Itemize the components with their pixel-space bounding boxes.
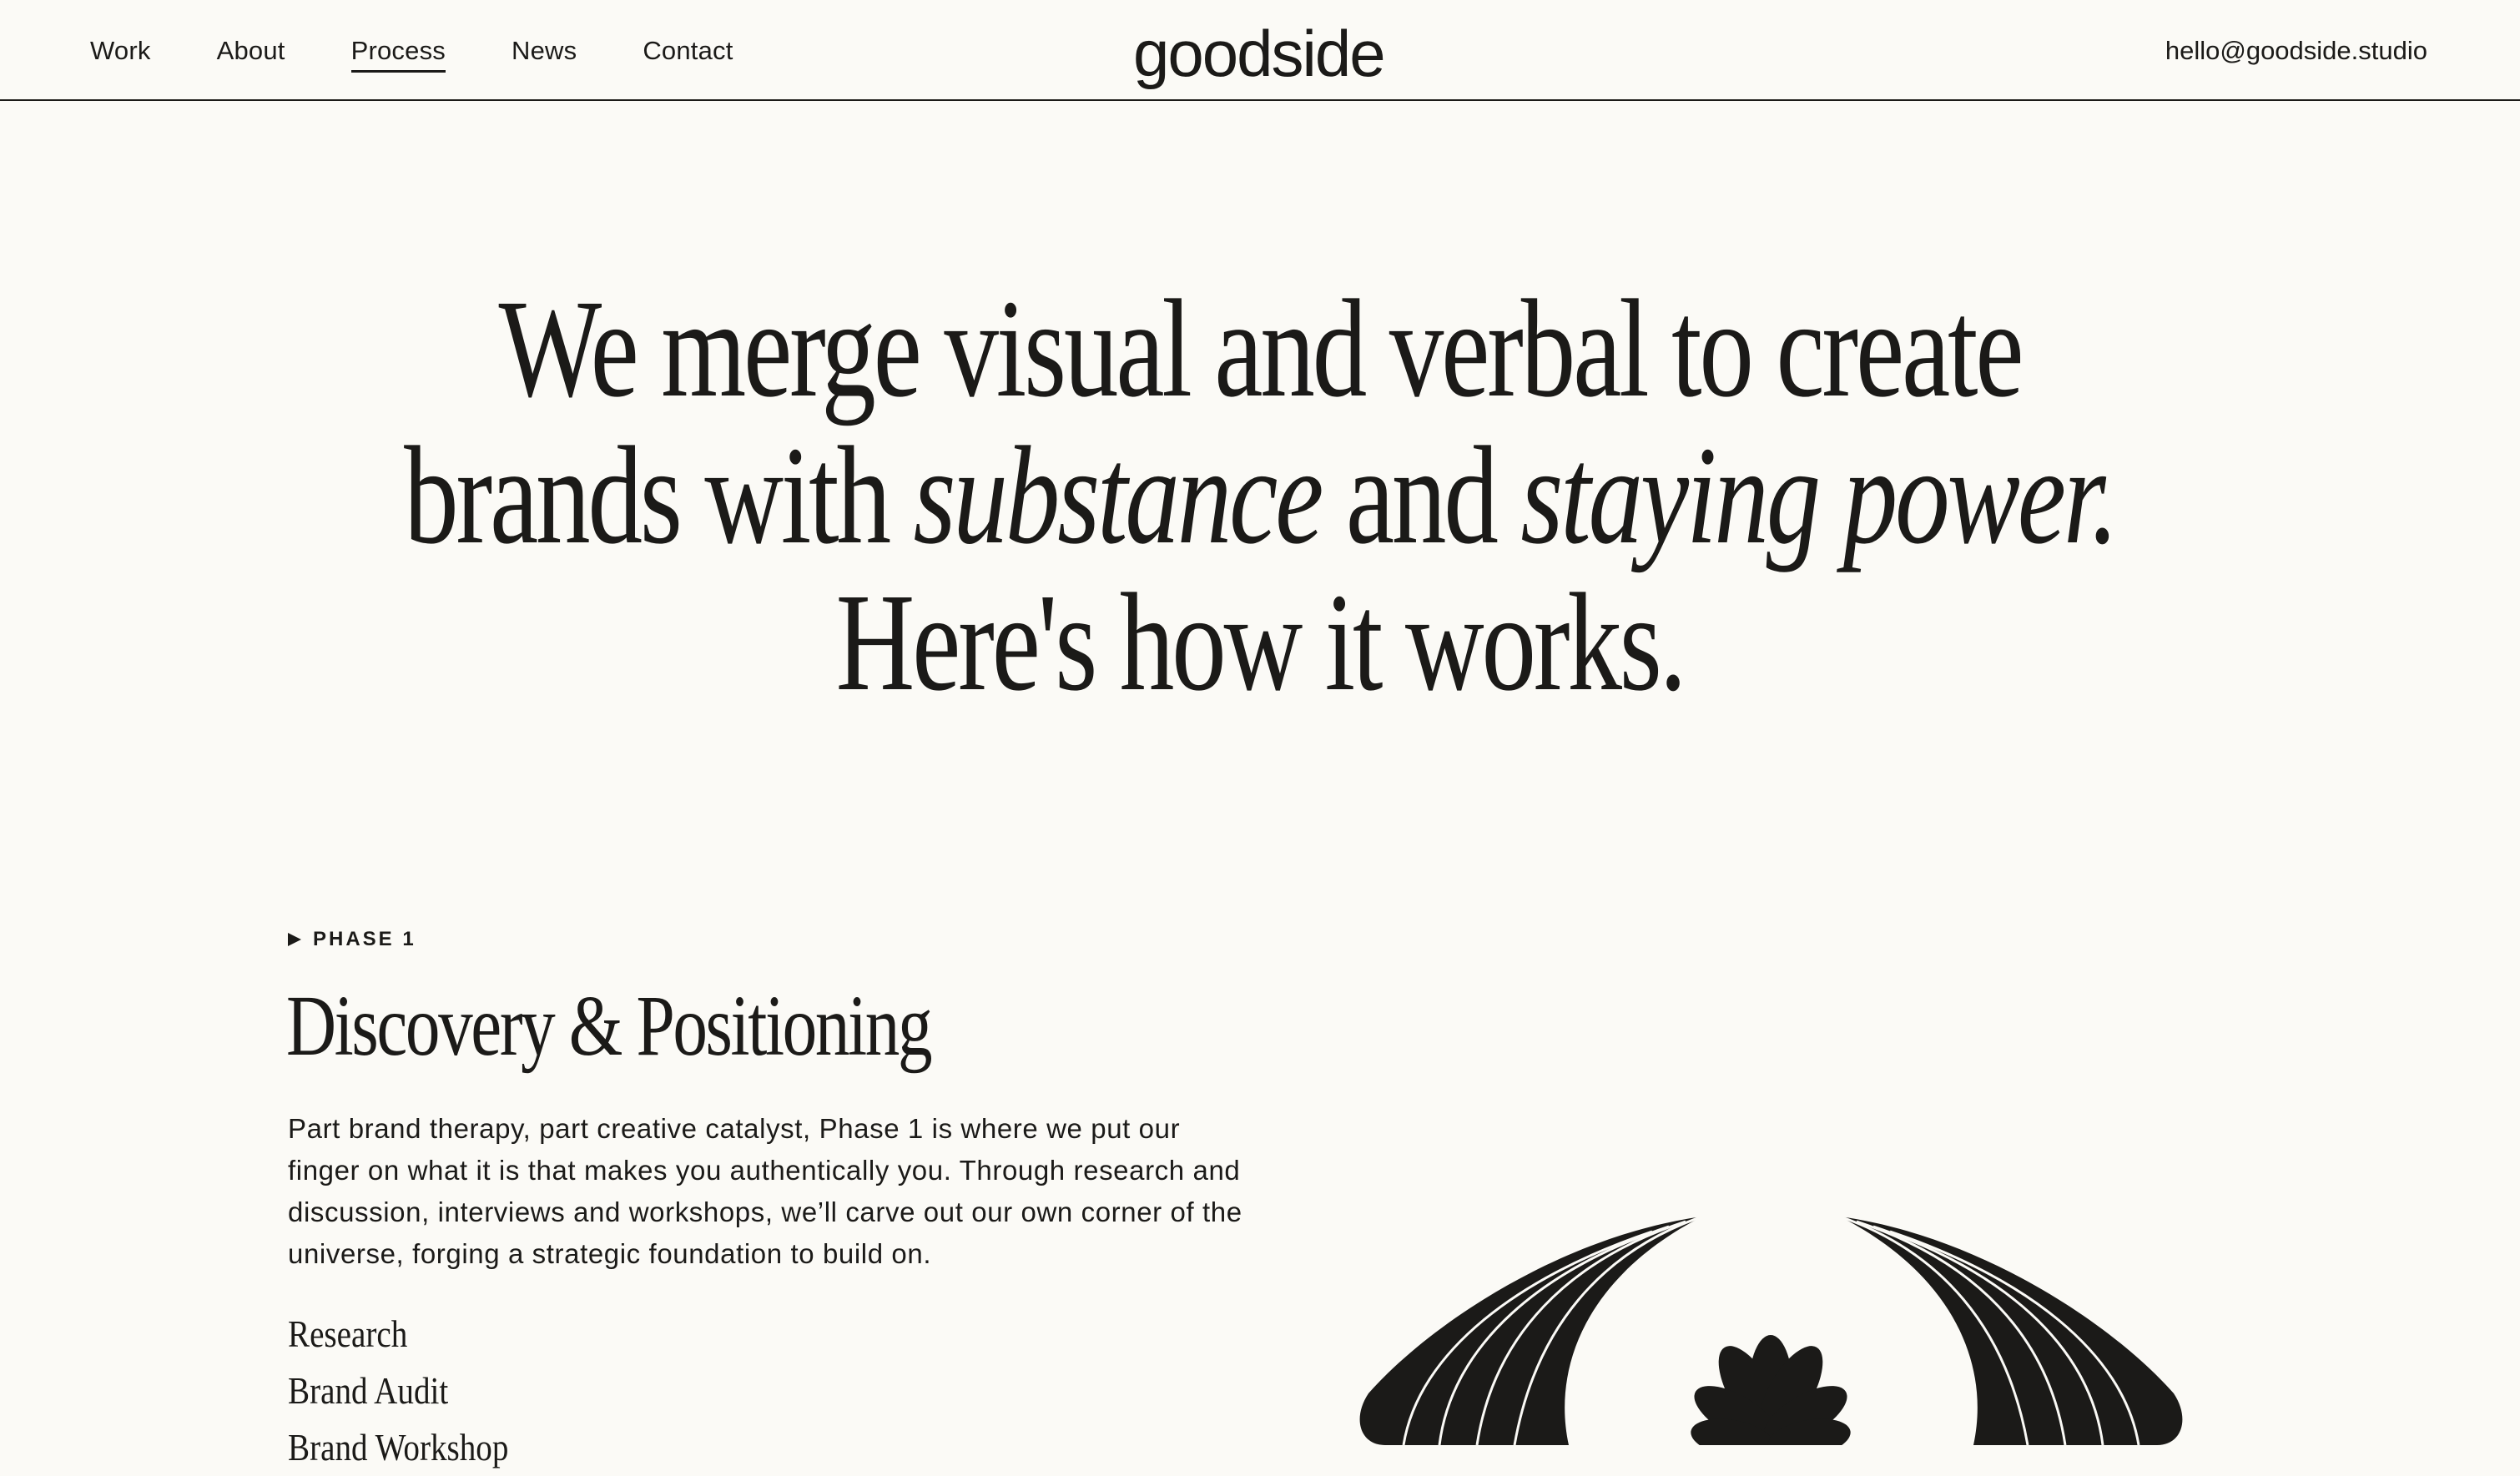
hero-emphasis-staying-power: staying power. xyxy=(1520,418,2119,573)
services-list: Research Brand Audit Brand Workshop xyxy=(288,1306,508,1476)
contact-email-link[interactable]: hello@goodside.studio xyxy=(2165,0,2427,101)
service-item: Brand Audit xyxy=(288,1369,449,1412)
hero-line-2: brands with substance and staying power. xyxy=(277,422,2243,569)
main-nav: Work About Process News Contact xyxy=(90,0,799,101)
nav-process[interactable]: Process xyxy=(350,34,446,73)
phase-description: Part brand therapy, part creative cataly… xyxy=(288,1113,1242,1269)
service-item: Brand Workshop xyxy=(288,1426,509,1468)
hero-headline: We merge visual and verbal to create bra… xyxy=(277,275,2243,716)
nav-work[interactable]: Work xyxy=(90,34,151,68)
hero-emphasis-substance: substance xyxy=(913,418,1324,573)
phase-label-text: PHASE 1 xyxy=(313,928,416,950)
service-item: Research xyxy=(288,1312,408,1355)
shell-flower-illustration xyxy=(1359,1215,2183,1445)
nav-contact[interactable]: Contact xyxy=(643,34,733,68)
hero-line-1: We merge visual and verbal to create xyxy=(498,271,2024,426)
hero-text: and xyxy=(1321,418,1521,573)
phase-title: Discovery & Positioning xyxy=(286,978,933,1074)
hero-text: brands with xyxy=(404,418,914,573)
brand-logo[interactable]: goodside xyxy=(1133,12,1386,95)
hero-line-3: Here's how it works. xyxy=(835,565,1687,720)
site-header: Work About Process News Contact goodside… xyxy=(0,0,2520,101)
play-triangle-icon xyxy=(288,933,301,946)
nav-news[interactable]: News xyxy=(512,34,577,68)
phase-label: PHASE 1 xyxy=(288,928,416,951)
nav-about[interactable]: About xyxy=(217,34,285,68)
